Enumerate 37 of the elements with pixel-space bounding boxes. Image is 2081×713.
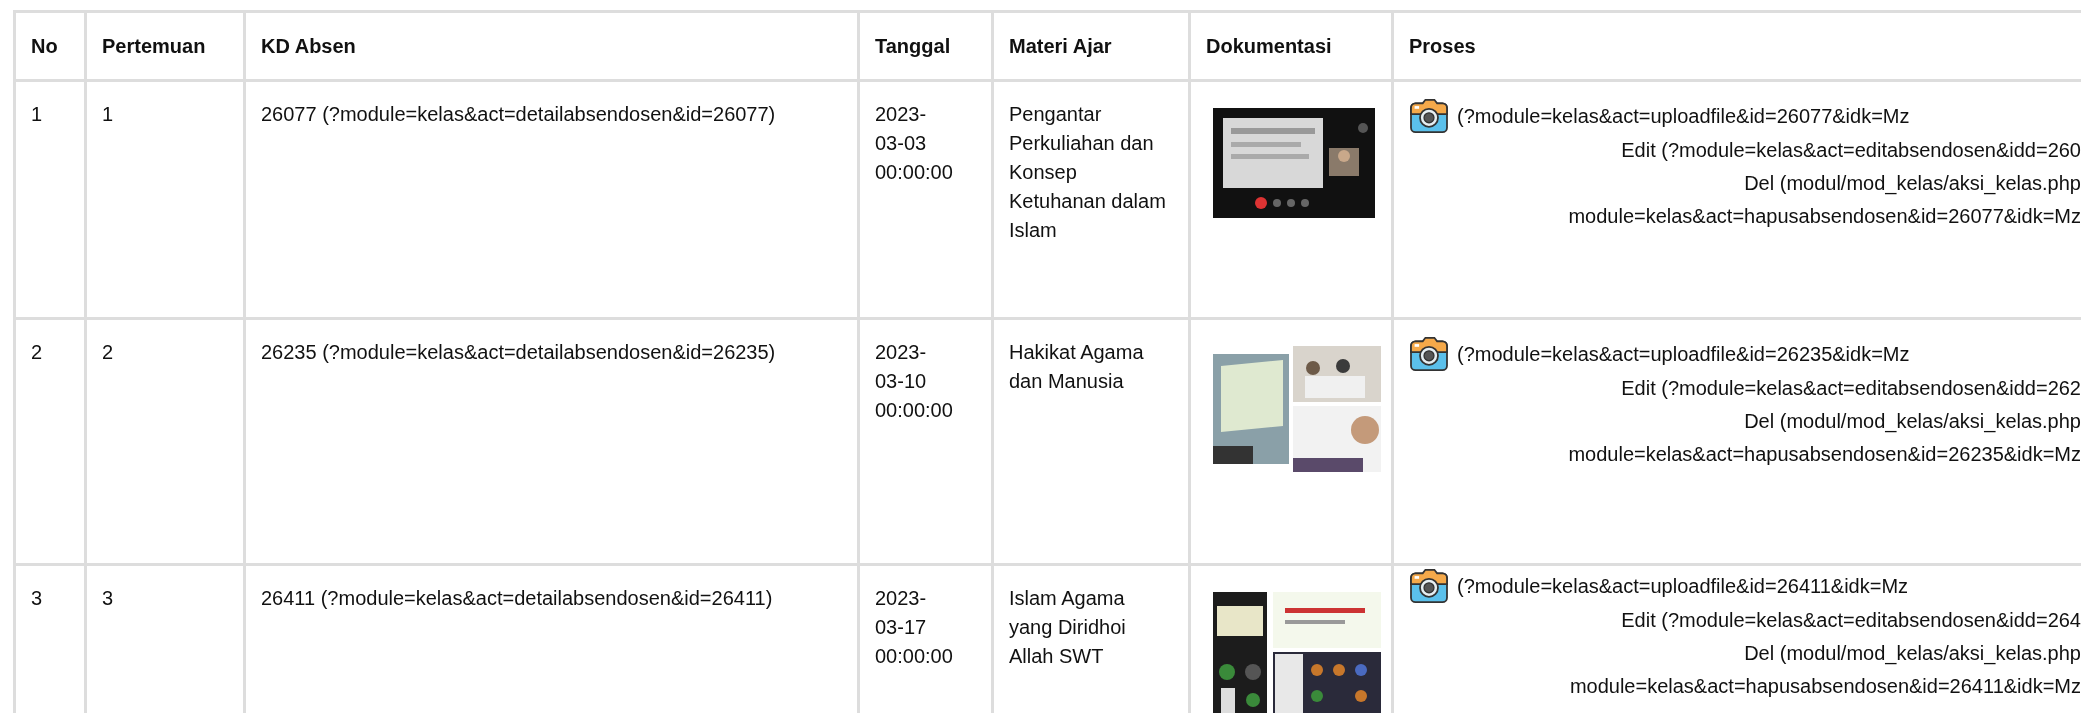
column-header: Pertemuan — [102, 34, 206, 57]
table-cell-text: Islam Agama yang Diridhoi Allah SWT — [1009, 586, 1127, 669]
upload-link[interactable]: (?module=kelas&act=uploadfile&id=26235&idk=Mz — [1457, 339, 1910, 369]
table-cell-text: 26235 (?module=kelas&act=detailabsendosen&id=26235) — [261, 340, 777, 365]
table-cell: 3 — [102, 587, 114, 609]
table-cell: 2 — [31, 341, 43, 363]
table-cell: 2 — [102, 341, 114, 363]
column-header: Materi Ajar — [1009, 34, 1112, 57]
delete-link[interactable]: module=kelas&act=hapusabsendosen&id=26235&idk=Mz — [1568, 438, 2081, 471]
upload-link[interactable]: (?module=kelas&act=uploadfile&id=26411&idk=Mz — [1457, 571, 1909, 601]
table-cell-text: 2023-03-17 00:00:00 — [875, 586, 954, 669]
column-header: Dokumentasi — [1206, 34, 1332, 57]
table-cell-text: 26411 (?module=kelas&act=detailabsendosen&id=26411) — [261, 586, 774, 611]
table-cell-text: Hakikat Agama dan Manusia — [1009, 340, 1145, 394]
column-header: KD Absen — [261, 34, 356, 57]
edit-link[interactable]: Edit (?module=kelas&act=editabsendosen&idd=262 — [1621, 372, 2081, 405]
camera-icon — [1409, 98, 1449, 134]
column-header: No — [31, 34, 58, 57]
camera-icon — [1409, 568, 1449, 604]
delete-link[interactable]: module=kelas&act=hapusabsendosen&id=26411&idk=Mz — [1569, 670, 2081, 703]
table-cell: 3 — [31, 587, 43, 609]
edit-link[interactable]: Edit (?module=kelas&act=editabsendosen&idd=260 — [1621, 134, 2081, 167]
table-cell-text: Pengantar Perkuliahan dan Konsep Ketuhanan dalam Islam — [1009, 102, 1167, 243]
table-cell: 1 — [31, 103, 43, 125]
upload-link[interactable]: (?module=kelas&act=uploadfile&id=26077&idk=Mz — [1457, 101, 1910, 131]
table-cell: 1 — [102, 103, 114, 125]
column-header: Tanggal — [875, 34, 951, 57]
table-cell-text: 26077 (?module=kelas&act=detailabsendosen&id=26077) — [261, 102, 777, 127]
delete-link[interactable]: module=kelas&act=hapusabsendosen&id=26077&idk=Mz — [1568, 200, 2081, 233]
column-header: Proses — [1409, 34, 1476, 57]
delete-link[interactable]: Del (modul/mod_kelas/aksi_kelas.php — [1744, 637, 2081, 670]
delete-link[interactable]: Del (modul/mod_kelas/aksi_kelas.php — [1744, 167, 2081, 200]
table-cell-text: 2023-03-10 00:00:00 — [875, 340, 954, 423]
delete-link[interactable]: Del (modul/mod_kelas/aksi_kelas.php — [1744, 405, 2081, 438]
table-cell-text: 2023-03-03 00:00:00 — [875, 102, 954, 185]
camera-icon — [1409, 336, 1449, 372]
edit-link[interactable]: Edit (?module=kelas&act=editabsendosen&idd=264 — [1621, 604, 2081, 637]
